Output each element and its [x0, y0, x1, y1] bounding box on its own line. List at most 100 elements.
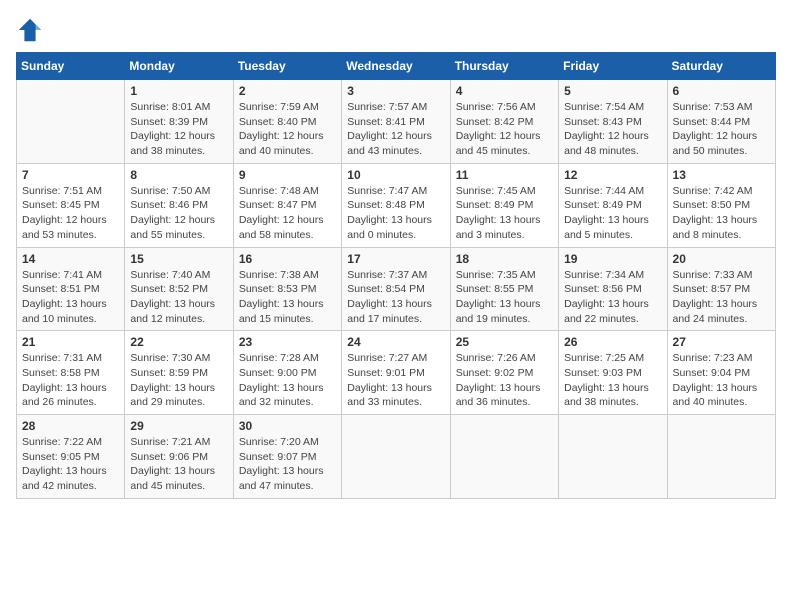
day-number: 26 — [564, 335, 661, 349]
day-number: 7 — [22, 168, 119, 182]
calendar-cell: 27 Sunrise: 7:23 AMSunset: 9:04 PMDayligh… — [667, 331, 775, 415]
day-number: 4 — [456, 84, 553, 98]
weekday-header: Tuesday — [233, 53, 341, 80]
calendar-cell: 23 Sunrise: 7:28 AMSunset: 9:00 PMDayligh… — [233, 331, 341, 415]
day-number: 22 — [130, 335, 227, 349]
day-info: Sunrise: 7:59 AMSunset: 8:40 PMDaylight:… — [239, 100, 336, 159]
calendar-header: SundayMondayTuesdayWednesdayThursdayFrid… — [17, 53, 776, 80]
day-info: Sunrise: 7:22 AMSunset: 9:05 PMDaylight:… — [22, 435, 119, 494]
calendar-cell: 28Sunrise: 7:22 AMSunset: 9:05 PMDayligh… — [17, 415, 125, 499]
day-info: Sunrise: 7:48 AMSunset: 8:47 PMDaylight:… — [239, 184, 336, 243]
logo — [16, 16, 48, 44]
day-number: 16 — [239, 252, 336, 266]
day-number: 2 — [239, 84, 336, 98]
calendar-cell: 17 Sunrise: 7:37 AMSunset: 8:54 PMDayligh… — [342, 247, 450, 331]
calendar-cell — [17, 80, 125, 164]
calendar-cell: 19Sunrise: 7:34 AMSunset: 8:56 PMDayligh… — [559, 247, 667, 331]
day-number: 21 — [22, 335, 119, 349]
day-info: Sunrise: 7:27 AMSunset: 9:01 PMDaylight:… — [347, 351, 444, 410]
weekday-header: Sunday — [17, 53, 125, 80]
day-info: Sunrise: 7:30 AMSunset: 8:59 PMDaylight:… — [130, 351, 227, 410]
calendar-cell: 10 Sunrise: 7:47 AMSunset: 8:48 PMDayligh… — [342, 163, 450, 247]
calendar-cell: 9 Sunrise: 7:48 AMSunset: 8:47 PMDaylight… — [233, 163, 341, 247]
day-info: Sunrise: 7:53 AMSunset: 8:44 PMDaylight:… — [673, 100, 770, 159]
day-number: 27 — [673, 335, 770, 349]
day-info: Sunrise: 7:56 AMSunset: 8:42 PMDaylight:… — [456, 100, 553, 159]
calendar-cell: 22 Sunrise: 7:30 AMSunset: 8:59 PMDayligh… — [125, 331, 233, 415]
day-info: Sunrise: 7:38 AMSunset: 8:53 PMDaylight:… — [239, 268, 336, 327]
calendar-cell — [667, 415, 775, 499]
calendar-cell: 18 Sunrise: 7:35 AMSunset: 8:55 PMDayligh… — [450, 247, 558, 331]
calendar-cell: 3 Sunrise: 7:57 AMSunset: 8:41 PMDaylight… — [342, 80, 450, 164]
day-info: Sunrise: 7:50 AMSunset: 8:46 PMDaylight:… — [130, 184, 227, 243]
day-info: Sunrise: 7:40 AMSunset: 8:52 PMDaylight:… — [130, 268, 227, 327]
day-info: Sunrise: 7:54 AMSunset: 8:43 PMDaylight:… — [564, 100, 661, 159]
day-number: 23 — [239, 335, 336, 349]
day-info: Sunrise: 7:25 AMSunset: 9:03 PMDaylight:… — [564, 351, 661, 410]
day-number: 30 — [239, 419, 336, 433]
calendar-cell: 26 Sunrise: 7:25 AMSunset: 9:03 PMDayligh… — [559, 331, 667, 415]
day-number: 13 — [673, 168, 770, 182]
day-number: 10 — [347, 168, 444, 182]
day-number: 9 — [239, 168, 336, 182]
day-info: Sunrise: 7:47 AMSunset: 8:48 PMDaylight:… — [347, 184, 444, 243]
calendar-cell: 1 Sunrise: 8:01 AMSunset: 8:39 PMDaylight… — [125, 80, 233, 164]
calendar-cell: 13 Sunrise: 7:42 AMSunset: 8:50 PMDayligh… — [667, 163, 775, 247]
day-number: 6 — [673, 84, 770, 98]
calendar-cell: 15 Sunrise: 7:40 AMSunset: 8:52 PMDayligh… — [125, 247, 233, 331]
calendar-cell — [342, 415, 450, 499]
calendar-cell: 16 Sunrise: 7:38 AMSunset: 8:53 PMDayligh… — [233, 247, 341, 331]
logo-icon — [16, 16, 44, 44]
day-number: 8 — [130, 168, 227, 182]
calendar-cell: 30 Sunrise: 7:20 AMSunset: 9:07 PMDayligh… — [233, 415, 341, 499]
day-number: 20 — [673, 252, 770, 266]
calendar-cell: 7 Sunrise: 7:51 AMSunset: 8:45 PMDaylight… — [17, 163, 125, 247]
calendar-cell: 5 Sunrise: 7:54 AMSunset: 8:43 PMDaylight… — [559, 80, 667, 164]
day-number: 3 — [347, 84, 444, 98]
day-info: Sunrise: 7:33 AMSunset: 8:57 PMDaylight:… — [673, 268, 770, 327]
day-info: Sunrise: 7:44 AMSunset: 8:49 PMDaylight:… — [564, 184, 661, 243]
calendar-cell: 14Sunrise: 7:41 AMSunset: 8:51 PMDayligh… — [17, 247, 125, 331]
day-info: Sunrise: 7:28 AMSunset: 9:00 PMDaylight:… — [239, 351, 336, 410]
day-number: 1 — [130, 84, 227, 98]
calendar-cell: 29 Sunrise: 7:21 AMSunset: 9:06 PMDayligh… — [125, 415, 233, 499]
day-info: Sunrise: 7:37 AMSunset: 8:54 PMDaylight:… — [347, 268, 444, 327]
day-info: Sunrise: 7:20 AMSunset: 9:07 PMDaylight:… — [239, 435, 336, 494]
day-info: Sunrise: 7:34 AMSunset: 8:56 PMDaylight:… — [564, 268, 661, 327]
day-info: Sunrise: 8:01 AMSunset: 8:39 PMDaylight:… — [130, 100, 227, 159]
day-info: Sunrise: 7:42 AMSunset: 8:50 PMDaylight:… — [673, 184, 770, 243]
day-number: 18 — [456, 252, 553, 266]
day-number: 29 — [130, 419, 227, 433]
day-number: 12 — [564, 168, 661, 182]
day-info: Sunrise: 7:57 AMSunset: 8:41 PMDaylight:… — [347, 100, 444, 159]
calendar-cell: 6 Sunrise: 7:53 AMSunset: 8:44 PMDaylight… — [667, 80, 775, 164]
day-number: 5 — [564, 84, 661, 98]
day-number: 11 — [456, 168, 553, 182]
day-info: Sunrise: 7:23 AMSunset: 9:04 PMDaylight:… — [673, 351, 770, 410]
day-info: Sunrise: 7:26 AMSunset: 9:02 PMDaylight:… — [456, 351, 553, 410]
calendar-cell: 24 Sunrise: 7:27 AMSunset: 9:01 PMDayligh… — [342, 331, 450, 415]
calendar-cell: 25 Sunrise: 7:26 AMSunset: 9:02 PMDayligh… — [450, 331, 558, 415]
calendar-cell: 12 Sunrise: 7:44 AMSunset: 8:49 PMDayligh… — [559, 163, 667, 247]
day-info: Sunrise: 7:21 AMSunset: 9:06 PMDaylight:… — [130, 435, 227, 494]
calendar-cell: 21 Sunrise: 7:31 AMSunset: 8:58 PMDayligh… — [17, 331, 125, 415]
page-header — [16, 16, 776, 44]
calendar-cell: 2 Sunrise: 7:59 AMSunset: 8:40 PMDaylight… — [233, 80, 341, 164]
day-info: Sunrise: 7:31 AMSunset: 8:58 PMDaylight:… — [22, 351, 119, 410]
day-info: Sunrise: 7:45 AMSunset: 8:49 PMDaylight:… — [456, 184, 553, 243]
day-info: Sunrise: 7:35 AMSunset: 8:55 PMDaylight:… — [456, 268, 553, 327]
weekday-header: Wednesday — [342, 53, 450, 80]
weekday-header: Monday — [125, 53, 233, 80]
calendar-cell — [450, 415, 558, 499]
calendar-cell: 20 Sunrise: 7:33 AMSunset: 8:57 PMDayligh… — [667, 247, 775, 331]
day-info: Sunrise: 7:51 AMSunset: 8:45 PMDaylight:… — [22, 184, 119, 243]
day-number: 25 — [456, 335, 553, 349]
weekday-header: Saturday — [667, 53, 775, 80]
day-number: 24 — [347, 335, 444, 349]
calendar-cell: 8 Sunrise: 7:50 AMSunset: 8:46 PMDaylight… — [125, 163, 233, 247]
day-number: 15 — [130, 252, 227, 266]
day-info: Sunrise: 7:41 AMSunset: 8:51 PMDaylight:… — [22, 268, 119, 327]
calendar-cell: 11 Sunrise: 7:45 AMSunset: 8:49 PMDayligh… — [450, 163, 558, 247]
weekday-header: Friday — [559, 53, 667, 80]
day-number: 17 — [347, 252, 444, 266]
